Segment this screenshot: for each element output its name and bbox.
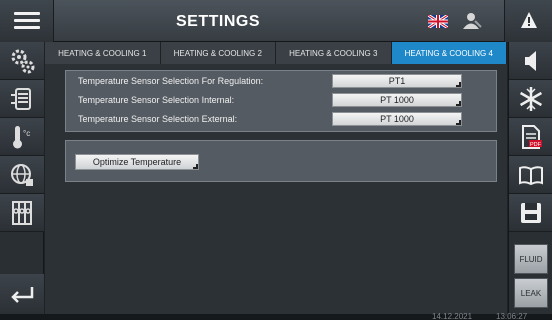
status-time: 13:06:27 [496, 312, 528, 320]
svg-text:°c: °c [23, 129, 30, 138]
external-sensor-label: Temperature Sensor Selection External: [78, 114, 238, 124]
dropdown-corner-icon [456, 120, 461, 125]
user-wrench-icon[interactable] [462, 12, 482, 30]
internal-sensor-value: PT 1000 [380, 95, 414, 105]
sensor-selection-panel: Temperature Sensor Selection For Regulat… [65, 70, 497, 132]
save-button[interactable] [509, 194, 552, 232]
sidebar-item-valves[interactable] [0, 194, 44, 232]
hamburger-icon-line [14, 26, 40, 29]
left-sidebar: °c [0, 42, 44, 314]
regulation-sensor-label: Temperature Sensor Selection For Regulat… [78, 76, 264, 86]
boiler-icon [11, 88, 31, 110]
tab-heating-cooling-4[interactable]: HEATING & COOLING 4 [391, 42, 507, 64]
warning-icon [521, 12, 537, 28]
sound-button[interactable] [509, 42, 552, 80]
external-sensor-select[interactable]: PT 1000 [332, 112, 462, 126]
leak-button[interactable]: LEAK [514, 278, 548, 308]
regulation-sensor-select[interactable]: PT1 [332, 74, 462, 88]
back-button[interactable] [0, 274, 44, 314]
cooling-button[interactable] [509, 80, 552, 118]
svg-text:PDF: PDF [530, 142, 542, 148]
hamburger-icon-line [14, 19, 40, 22]
page-title: SETTINGS [176, 13, 261, 30]
uk-flag-icon[interactable] [428, 15, 448, 28]
speaker-icon [525, 51, 536, 71]
dropdown-corner-icon [456, 101, 461, 106]
external-sensor-value: PT 1000 [380, 114, 414, 124]
menu-button[interactable] [0, 0, 54, 42]
pdf-icon: PDF [522, 125, 542, 149]
tab-bar: HEATING & COOLING 1 HEATING & COOLING 2 … [45, 42, 507, 64]
internal-sensor-select[interactable]: PT 1000 [332, 93, 462, 107]
hamburger-icon [14, 12, 40, 15]
alarm-button[interactable] [504, 0, 552, 42]
sidebar-item-general-settings[interactable] [0, 42, 44, 80]
tab-heating-cooling-3[interactable]: HEATING & COOLING 3 [276, 42, 392, 64]
thermometer-celsius-icon: °c [13, 126, 30, 149]
regulation-sensor-value: PT1 [388, 76, 406, 86]
tab-heating-cooling-2[interactable]: HEATING & COOLING 2 [160, 42, 276, 64]
internal-sensor-label: Temperature Sensor Selection Internal: [78, 95, 235, 105]
back-arrow-icon [11, 287, 34, 303]
status-date: 14.12.2021 [432, 312, 473, 320]
snowflake-icon [519, 87, 543, 111]
optimize-temperature-label: Optimize Temperature [92, 157, 182, 167]
top-bar: SETTINGS [0, 0, 552, 42]
optimize-panel: Optimize Temperature [65, 140, 497, 182]
globe-network-icon [11, 164, 33, 186]
valves-icon [12, 201, 32, 225]
gears-icon [11, 49, 35, 74]
sidebar-item-temperature[interactable]: °c [0, 118, 44, 156]
manual-button[interactable] [509, 156, 552, 194]
sidebar-item-network[interactable] [0, 156, 44, 194]
manual-book-icon [519, 166, 543, 186]
save-icon [521, 203, 541, 223]
sidebar-item-boiler[interactable] [0, 80, 44, 118]
right-sidebar: PDF FLUID LEAK [508, 42, 552, 314]
main-content: Temperature Sensor Selection For Regulat… [45, 64, 507, 314]
button-corner-icon [193, 164, 198, 169]
dropdown-corner-icon [456, 82, 461, 87]
fluid-button[interactable]: FLUID [514, 244, 548, 274]
optimize-temperature-button[interactable]: Optimize Temperature [75, 154, 199, 170]
tab-heating-cooling-1[interactable]: HEATING & COOLING 1 [45, 42, 161, 64]
pdf-export-button[interactable]: PDF [509, 118, 552, 156]
